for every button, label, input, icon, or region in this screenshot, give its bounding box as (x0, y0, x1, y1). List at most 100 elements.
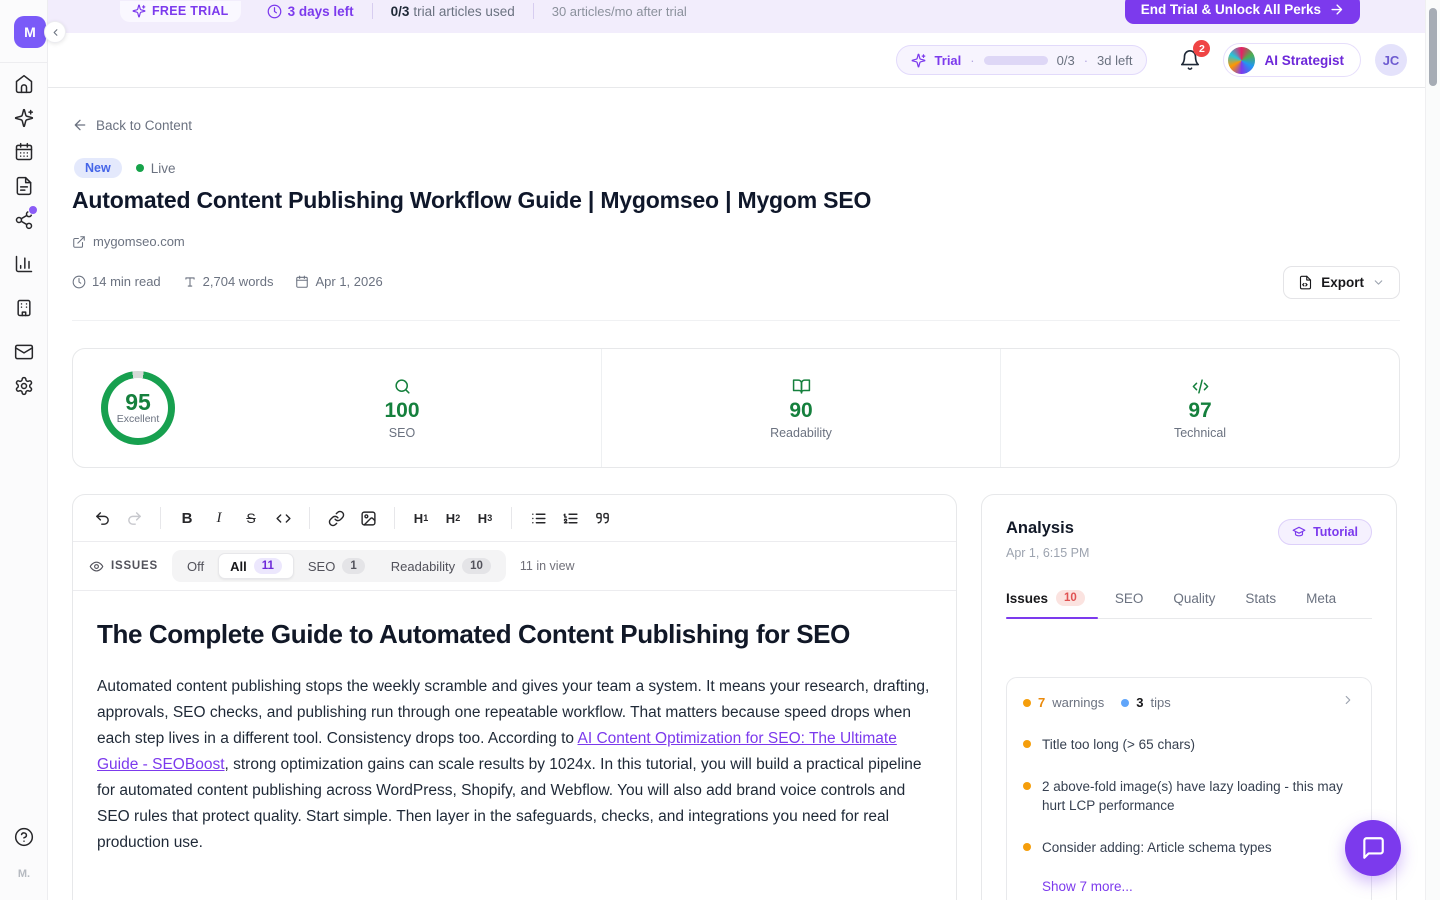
blockquote-button[interactable] (587, 503, 617, 533)
heading3-button[interactable]: H3 (470, 503, 500, 533)
sidebar-item-mail[interactable] (14, 342, 34, 362)
filter-off[interactable]: Off (175, 554, 216, 579)
article-editor[interactable]: The Complete Guide to Automated Content … (73, 591, 956, 856)
issues-label-group: ISSUES (89, 559, 158, 574)
article-heading: The Complete Guide to Automated Content … (97, 619, 932, 650)
sidebar-item-home[interactable] (14, 74, 34, 94)
show-more-link[interactable]: Show 7 more... (1042, 879, 1355, 894)
calendar-icon (295, 275, 309, 289)
trial-status-pill[interactable]: Trial · 0/3 · 3d left (896, 45, 1148, 75)
end-trial-button[interactable]: End Trial & Unlock All Perks (1125, 0, 1360, 24)
sidebar-item-content[interactable] (14, 176, 34, 196)
tab-quality[interactable]: Quality (1173, 591, 1215, 606)
link-button[interactable] (321, 503, 351, 533)
help-icon (14, 827, 34, 847)
heading2-button[interactable]: H2 (438, 503, 468, 533)
scrollbar-track[interactable] (1425, 0, 1440, 900)
notifications-button[interactable]: 2 (1179, 49, 1201, 71)
undo-button[interactable] (87, 503, 117, 533)
technical-score-label: Technical (1174, 426, 1226, 440)
filter-seo-label: SEO (308, 559, 335, 574)
overall-score: 95 Excellent (73, 349, 203, 467)
ordered-list-button[interactable] (555, 503, 585, 533)
issues-summary-header[interactable]: 7 warnings 3 tips (1023, 693, 1355, 712)
publish-date: Apr 1, 2026 (295, 274, 382, 289)
sidebar-collapse-button[interactable] (44, 21, 66, 43)
sidebar-item-ai[interactable] (14, 108, 34, 128)
days-left-label: 3 days left (288, 4, 354, 19)
filter-seo[interactable]: SEO1 (296, 553, 377, 579)
divider (533, 3, 534, 19)
chat-fab-button[interactable] (1345, 820, 1401, 876)
technical-score-value: 97 (1188, 399, 1211, 423)
domain-link[interactable]: mygomseo.com (72, 234, 185, 249)
word-count-label: 2,704 words (203, 274, 274, 289)
scrollbar-thumb[interactable] (1429, 8, 1437, 86)
free-trial-label: FREE TRIAL (152, 4, 229, 18)
inline-code-button[interactable] (268, 503, 298, 533)
issue-item[interactable]: Consider adding: Article schema types (1023, 838, 1355, 857)
image-button[interactable] (353, 503, 383, 533)
heading1-button[interactable]: H1 (406, 503, 436, 533)
back-to-content-link[interactable]: Back to Content (72, 117, 192, 133)
sidebar-item-calendar[interactable] (14, 142, 34, 162)
issue-item[interactable]: 2 above-fold image(s) have lazy loading … (1023, 777, 1355, 815)
trial-label: Trial (935, 53, 962, 68)
bullet-list-button[interactable] (523, 503, 553, 533)
calendar-icon (14, 142, 34, 162)
analysis-title: Analysis (1006, 519, 1089, 538)
app-root: FREE TRIAL 3 days left 0/3trial articles… (0, 0, 1440, 900)
sidebar-item-settings[interactable] (14, 376, 34, 396)
article-paragraph: Automated content publishing stops the w… (97, 674, 932, 856)
strikethrough-button[interactable]: S (236, 503, 266, 533)
ai-strategist-button[interactable]: AI Strategist (1223, 43, 1361, 77)
export-button[interactable]: Export (1283, 266, 1400, 299)
overall-score-label: Excellent (117, 413, 160, 425)
trial-usage-value: 0/3 (391, 4, 410, 19)
sidebar-item-share[interactable] (14, 210, 34, 230)
sidebar-item-help[interactable] (14, 827, 34, 847)
tab-issues-count: 10 (1056, 590, 1085, 606)
readability-score: 90 Readability (601, 349, 1000, 467)
sidebar-item-company[interactable] (14, 298, 34, 318)
user-avatar[interactable]: JC (1375, 44, 1407, 76)
sidebar-item-analytics[interactable] (14, 254, 34, 274)
publish-date-label: Apr 1, 2026 (315, 274, 382, 289)
chevron-right-icon[interactable] (1341, 693, 1355, 712)
share-notification-badge (28, 205, 38, 215)
app-logo[interactable]: M (14, 16, 46, 48)
file-export-icon (1298, 275, 1313, 290)
filter-all-count: 11 (254, 558, 282, 574)
ai-strategist-avatar (1228, 47, 1255, 74)
page-title: Automated Content Publishing Workflow Gu… (72, 187, 871, 214)
new-badge: New (74, 158, 122, 178)
divider (72, 320, 1400, 321)
read-time: 14 min read (72, 274, 161, 289)
redo-button[interactable] (119, 503, 149, 533)
tab-meta[interactable]: Meta (1306, 591, 1336, 606)
code-icon (275, 510, 292, 527)
bar-chart-icon (14, 254, 34, 274)
tab-seo[interactable]: SEO (1115, 591, 1144, 606)
technical-score: 97 Technical (1000, 349, 1399, 467)
divider (372, 3, 373, 19)
app-header: Trial · 0/3 · 3d left 2 AI Strategist JC (48, 33, 1425, 88)
link-icon (328, 510, 345, 527)
mail-icon (14, 342, 34, 362)
tab-issues[interactable]: Issues 10 (1006, 590, 1085, 606)
bold-button[interactable]: B (172, 503, 202, 533)
word-count: 2,704 words (183, 274, 274, 289)
filter-readability[interactable]: Readability10 (379, 553, 503, 579)
sidebar-footer-logo: M. (0, 868, 48, 880)
gear-icon (14, 376, 34, 396)
tab-stats[interactable]: Stats (1245, 591, 1276, 606)
live-label: Live (151, 161, 176, 176)
italic-button[interactable]: I (204, 503, 234, 533)
warnings-count: 7 (1038, 695, 1045, 710)
tab-issues-label: Issues (1006, 591, 1048, 606)
issue-item[interactable]: Title too long (> 65 chars) (1023, 735, 1355, 754)
eye-icon (89, 559, 104, 574)
tutorial-button[interactable]: Tutorial (1278, 519, 1372, 545)
filter-all[interactable]: All11 (218, 553, 294, 579)
tutorial-label: Tutorial (1313, 525, 1358, 539)
